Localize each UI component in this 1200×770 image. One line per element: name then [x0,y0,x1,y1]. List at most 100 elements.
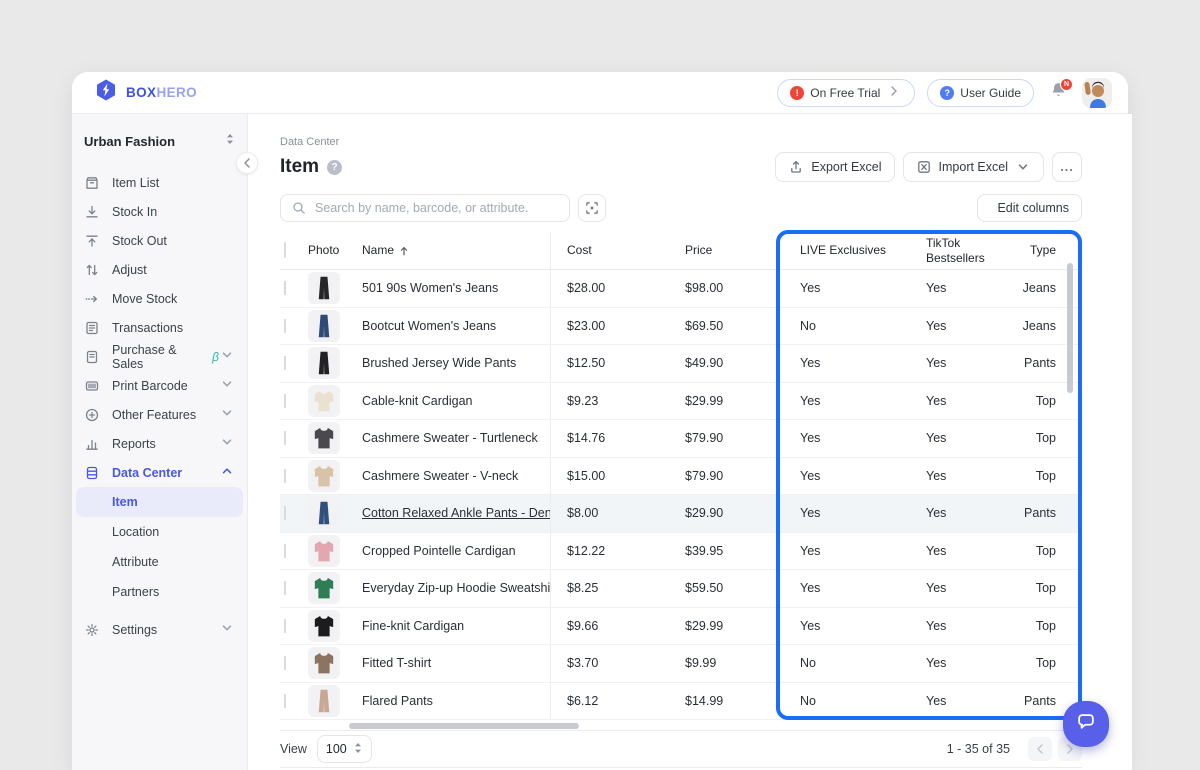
search-input[interactable] [315,201,559,215]
app-window: BOXHERO ! On Free Trial ? User Guide N [72,72,1128,770]
sidebar-subitem-partners[interactable]: Partners [76,577,243,607]
row-checkbox[interactable] [284,619,286,633]
table-row[interactable]: Fitted T-shirt $3.70 $9.99 No Yes Top [280,645,1082,683]
item-photo [308,310,340,342]
free-trial-button[interactable]: ! On Free Trial [777,79,915,107]
table-row[interactable]: Cashmere Sweater - Turtleneck $14.76 $79… [280,420,1082,458]
table-row[interactable]: Brushed Jersey Wide Pants $12.50 $49.90 … [280,345,1082,383]
excel-icon [916,159,932,175]
sidebar-item-transactions[interactable]: Transactions [76,313,243,342]
select-all-checkbox[interactable] [284,242,286,258]
item-photo [308,647,340,679]
row-checkbox[interactable] [284,469,286,483]
item-live-exclusives: Yes [784,469,910,483]
item-name[interactable]: 501 90s Women's Jeans [362,270,551,307]
table-row[interactable]: Bootcut Women's Jeans $23.00 $69.50 No Y… [280,308,1082,346]
item-price: $98.00 [669,281,784,295]
avatar[interactable] [1082,78,1112,108]
item-live-exclusives: No [784,319,910,333]
item-photo [308,385,340,417]
boxhero-logo[interactable]: BOXHERO [94,78,197,107]
sidebar-item-other-features[interactable]: Other Features [76,400,243,429]
item-name[interactable]: Cotton Relaxed Ankle Pants - Denim [362,495,551,532]
row-checkbox[interactable] [284,431,286,445]
help-icon[interactable]: ? [327,160,342,175]
row-checkbox[interactable] [284,356,286,370]
export-icon [788,159,804,175]
sidebar-item-settings[interactable]: Settings [76,615,243,644]
import-excel-button[interactable]: Import Excel [903,152,1044,182]
item-live-exclusives: Yes [784,581,910,595]
barcode-scan-button[interactable] [578,194,606,222]
sidebar-item-stock-out[interactable]: Stock Out [76,226,243,255]
item-name[interactable]: Fitted T-shirt [362,645,551,682]
row-checkbox[interactable] [284,544,286,558]
item-live-exclusives: Yes [784,506,910,520]
item-name[interactable]: Bootcut Women's Jeans [362,308,551,345]
table-row[interactable]: Cashmere Sweater - V-neck $15.00 $79.90 … [280,458,1082,496]
more-actions-button[interactable]: ... [1052,152,1082,182]
vertical-scrollbar-thumb[interactable] [1067,263,1073,393]
edit-columns-button[interactable]: Edit columns [977,194,1082,222]
sidebar-item-adjust[interactable]: Adjust [76,255,243,284]
item-name[interactable]: Cable-knit Cardigan [362,383,551,420]
sidebar-item-reports[interactable]: Reports [76,429,243,458]
stock-in-icon [84,204,100,220]
column-header-live-exclusives[interactable]: LIVE Exclusives [784,243,910,258]
row-checkbox[interactable] [284,506,286,520]
sidebar-item-print-barcode[interactable]: Print Barcode [76,371,243,400]
item-photo [308,422,340,454]
column-header-cost[interactable]: Cost [551,243,669,258]
sidebar-item-move-stock[interactable]: Move Stock [76,284,243,313]
sidebar-item-stock-in[interactable]: Stock In [76,197,243,226]
notifications-button[interactable]: N [1046,81,1070,105]
workspace-switcher[interactable]: Urban Fashion [76,128,243,154]
sidebar-item-data-center[interactable]: Data Center [76,458,243,487]
sidebar-collapse-button[interactable] [236,152,258,174]
item-name[interactable]: Cropped Pointelle Cardigan [362,533,551,570]
row-checkbox[interactable] [284,394,286,408]
boxhero-hexagon-icon [94,78,118,107]
previous-page-button[interactable] [1028,737,1052,761]
table-row[interactable]: Fine-knit Cardigan $9.66 $29.99 Yes Yes … [280,608,1082,646]
table-row[interactable]: Cropped Pointelle Cardigan $12.22 $39.95… [280,533,1082,571]
column-header-price[interactable]: Price [669,243,784,258]
horizontal-scrollbar-thumb[interactable] [349,723,579,729]
row-checkbox[interactable] [284,319,286,333]
page-size-select[interactable]: 100 [317,735,372,763]
export-excel-button[interactable]: Export Excel [775,152,894,182]
row-checkbox[interactable] [284,581,286,595]
gear-icon [84,622,100,638]
row-checkbox[interactable] [284,656,286,670]
table-row[interactable]: Flared Pants $6.12 $14.99 No Yes Pants [280,683,1082,721]
page-size-value: 100 [326,742,347,756]
column-header-type[interactable]: Type [1014,243,1082,258]
item-cost: $15.00 [551,469,669,483]
item-name[interactable]: Cashmere Sweater - Turtleneck [362,420,551,457]
item-name[interactable]: Brushed Jersey Wide Pants [362,345,551,382]
table-row[interactable]: Cotton Relaxed Ankle Pants - Denim $8.00… [280,495,1082,533]
sidebar-item-item-list[interactable]: Item List [76,168,243,197]
sidebar-subitem-attribute[interactable]: Attribute [76,547,243,577]
row-checkbox[interactable] [284,281,286,295]
sidebar-subitem-location[interactable]: Location [76,517,243,547]
sidebar-item-purchase-sales[interactable]: Purchase & Sales β [76,342,243,371]
item-cost: $14.76 [551,431,669,445]
table-row[interactable]: Cable-knit Cardigan $9.23 $29.99 Yes Yes… [280,383,1082,421]
column-header-tiktok-bestsellers[interactable]: TikTok Bestsellers [910,236,1014,266]
item-cost: $12.22 [551,544,669,558]
row-checkbox[interactable] [284,694,286,708]
chat-widget-button[interactable] [1063,701,1109,747]
sidebar-subitem-item[interactable]: Item [76,487,243,517]
table-row[interactable]: 501 90s Women's Jeans $28.00 $98.00 Yes … [280,270,1082,308]
item-name[interactable]: Cashmere Sweater - V-neck [362,458,551,495]
item-name[interactable]: Fine-knit Cardigan [362,608,551,645]
item-name[interactable]: Flared Pants [362,683,551,720]
stock-out-icon [84,233,100,249]
item-name[interactable]: Everyday Zip-up Hoodie Sweatshirt [362,570,551,607]
item-live-exclusives: Yes [784,281,910,295]
column-header-name[interactable]: Name [362,232,551,269]
table-row[interactable]: Everyday Zip-up Hoodie Sweatshirt $8.25 … [280,570,1082,608]
item-photo [308,497,340,529]
user-guide-button[interactable]: ? User Guide [927,79,1034,107]
